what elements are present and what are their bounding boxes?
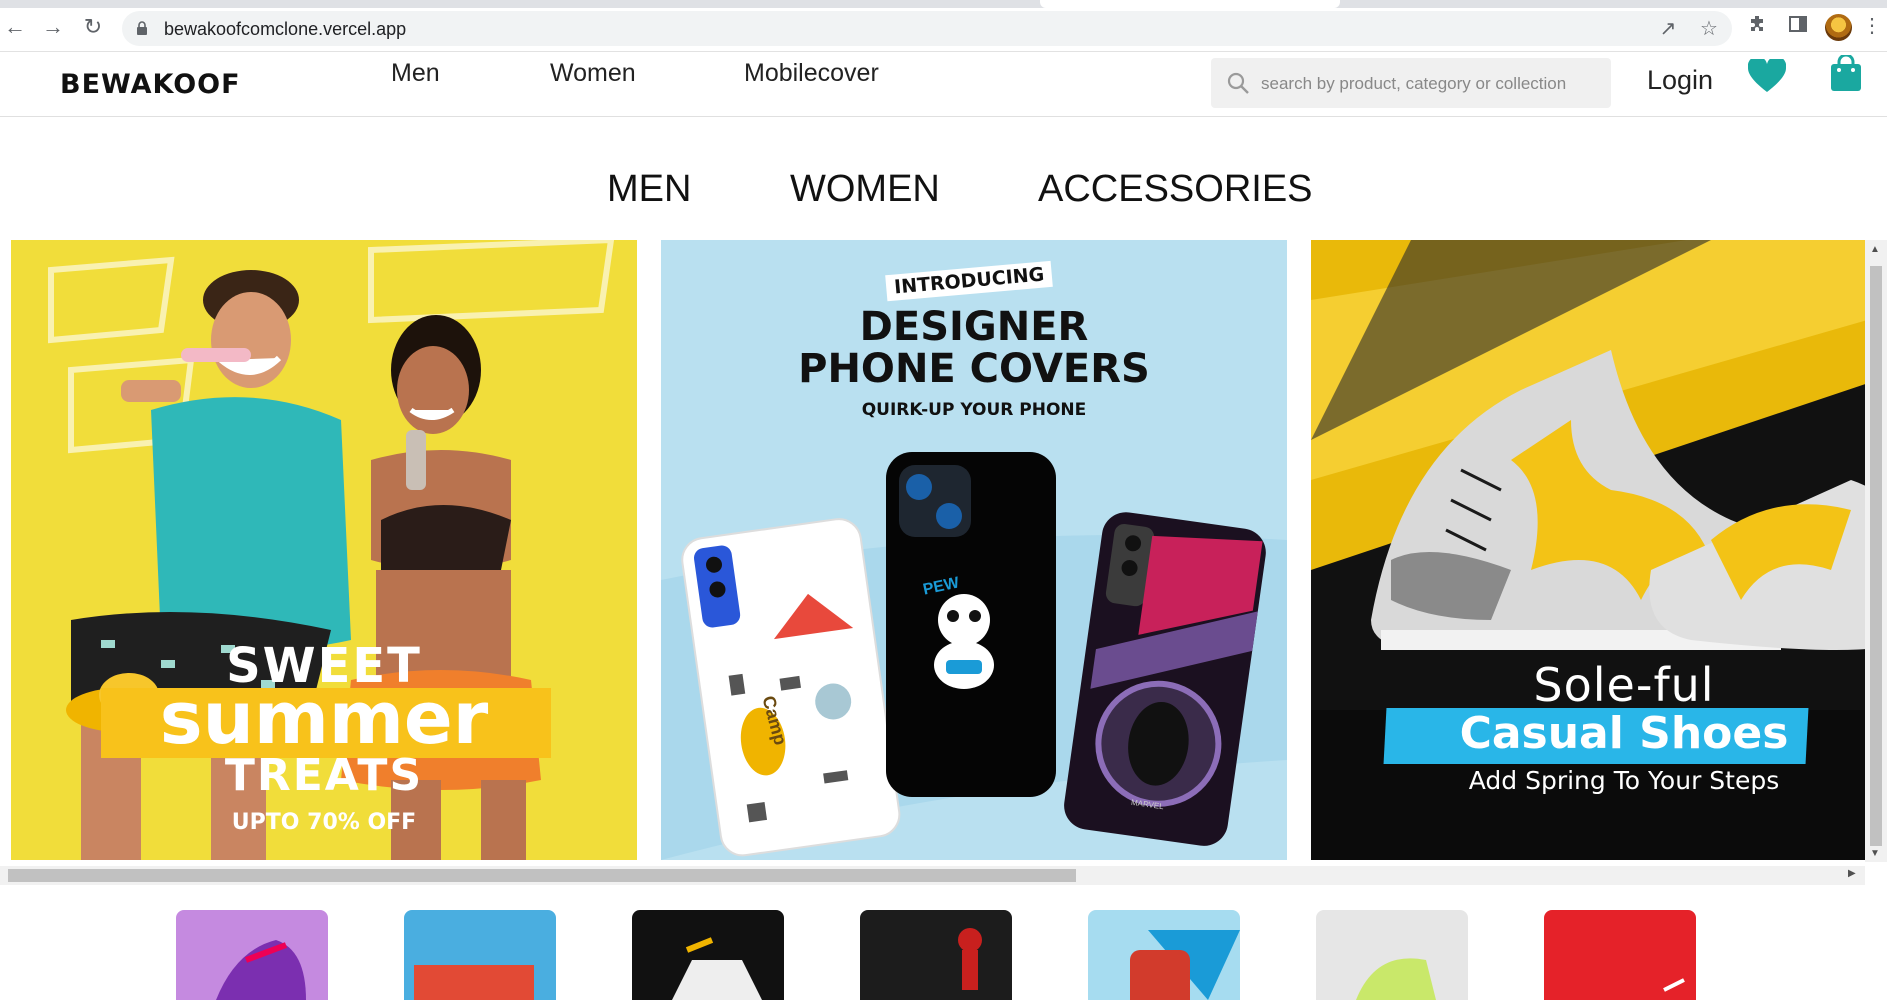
nav-mobilecover[interactable]: Mobilecover: [744, 59, 879, 88]
search-input[interactable]: search by product, category or collectio…: [1211, 58, 1611, 108]
vertical-scrollbar[interactable]: ▲ ▼: [1865, 240, 1887, 862]
shoes-line2: Casual Shoes: [1459, 708, 1789, 759]
reload-icon[interactable]: ↻: [80, 14, 106, 40]
covers-line1: DESIGNER: [859, 304, 1089, 350]
search-placeholder: search by product, category or collectio…: [1261, 74, 1567, 93]
thumbnail-card[interactable]: [632, 910, 784, 1000]
active-tab[interactable]: [1040, 0, 1340, 8]
forward-icon[interactable]: →: [40, 14, 66, 40]
login-link[interactable]: Login: [1647, 65, 1713, 96]
category-nav: MEN WOMEN ACCESSORIES: [0, 160, 1887, 220]
thumbnail-card[interactable]: [404, 910, 556, 1000]
logo[interactable]: BEWAKOOF: [60, 69, 241, 100]
thumbnail-card[interactable]: [176, 910, 328, 1000]
covers-line2: PHONE COVERS: [798, 346, 1150, 392]
summer-line2: summer: [159, 676, 489, 760]
category-accessories[interactable]: ACCESSORIES: [1038, 168, 1313, 211]
star-icon[interactable]: ☆: [1698, 18, 1720, 40]
share-icon[interactable]: ↗: [1657, 18, 1679, 40]
browser-toolbar: ← → ↻ bewakoofcomclone.vercel.app ↗ ☆ ⋮: [0, 0, 1887, 52]
site-header: BEWAKOOF Men Women Mobilecover search by…: [0, 53, 1887, 117]
side-panel-icon[interactable]: [1786, 14, 1810, 38]
category-women[interactable]: WOMEN: [790, 168, 940, 211]
horizontal-scroll-thumb[interactable]: [8, 869, 1076, 882]
banner-designer-phone-covers[interactable]: INTRODUCING DESIGNER PHONE COVERS QUIRK-…: [661, 240, 1287, 860]
vertical-scroll-thumb[interactable]: [1870, 266, 1882, 846]
thumbnail-card[interactable]: [1088, 910, 1240, 1000]
hairbrush-icon: [406, 430, 426, 490]
address-bar[interactable]: bewakoofcomclone.vercel.app ↗ ☆: [122, 11, 1732, 46]
scroll-right-icon[interactable]: ▶: [1848, 868, 1856, 879]
cart-bag-icon[interactable]: [1831, 55, 1861, 91]
tab-strip: [0, 0, 1887, 8]
thumbnail-card[interactable]: [1544, 910, 1696, 1000]
covers-sub: QUIRK-UP YOUR PHONE: [861, 400, 1087, 420]
summer-offer: UPTO 70% OFF: [231, 810, 417, 835]
phone-case-panda: [886, 452, 1056, 797]
wishlist-heart-icon[interactable]: [1748, 59, 1786, 93]
scroll-down-icon[interactable]: ▼: [1870, 848, 1880, 859]
lock-icon: [137, 21, 147, 35]
search-icon: [1227, 72, 1249, 94]
shoes-line1: Sole-ful: [1533, 658, 1715, 712]
horizontal-scrollbar[interactable]: ▶: [0, 866, 1865, 885]
category-thumbnails: [0, 910, 1887, 1000]
nav-women[interactable]: Women: [550, 59, 636, 88]
hairbrush-icon: [181, 348, 251, 362]
profile-avatar[interactable]: [1825, 14, 1852, 41]
banner-summer-treats[interactable]: SWEET summer TREATS UPTO 70% OFF: [11, 240, 637, 860]
scroll-up-icon[interactable]: ▲: [1870, 244, 1880, 255]
thumbnail-card[interactable]: [860, 910, 1012, 1000]
menu-kebab-icon[interactable]: ⋮: [1862, 14, 1882, 38]
banner-casual-shoes[interactable]: Sole-ful Casual Shoes Add Spring To Your…: [1311, 240, 1887, 860]
summer-line3: TREATS: [224, 750, 424, 801]
shoes-line3: Add Spring To Your Steps: [1468, 766, 1780, 795]
url-text: bewakoofcomclone.vercel.app: [164, 19, 407, 39]
extensions-icon[interactable]: [1746, 14, 1770, 38]
category-men[interactable]: MEN: [607, 168, 691, 211]
back-icon[interactable]: ←: [2, 14, 28, 40]
nav-men[interactable]: Men: [391, 59, 440, 88]
thumbnail-card[interactable]: [1316, 910, 1468, 1000]
